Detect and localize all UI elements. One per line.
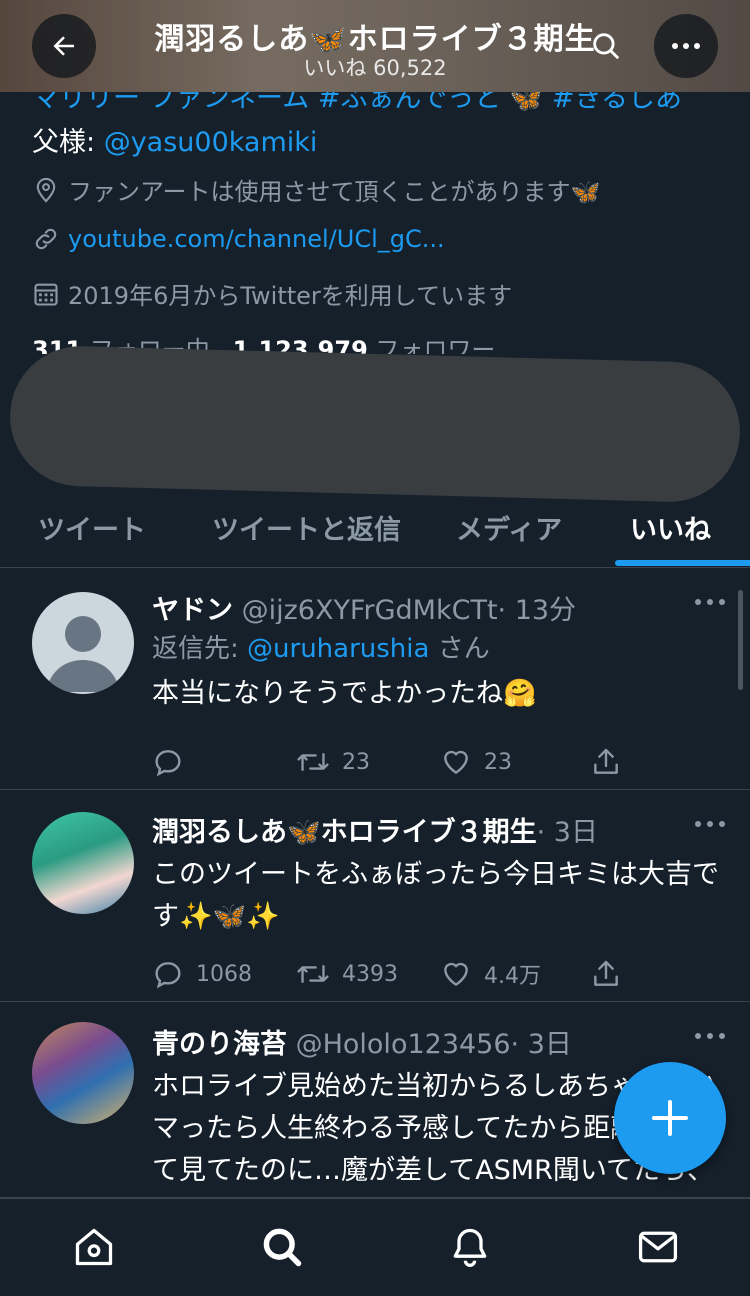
notifications-icon [453, 1228, 487, 1267]
tab-likes[interactable]: いいね [630, 508, 711, 547]
tweet-header: 潤羽るしあ🦋ホロライブ３期生· 3日 [152, 810, 730, 846]
like-button[interactable]: 4.4万 [440, 958, 541, 990]
joined-text: 2019年6月からTwitterを利用しています [68, 282, 513, 310]
back-button[interactable] [32, 14, 96, 78]
profile-header: 潤羽るしあ🦋ホロライブ３期生 いいね 60,522 [0, 0, 750, 92]
father-label: 父様: [32, 127, 104, 158]
tab-tweets-and-replies[interactable]: ツイートと返信 [212, 508, 401, 547]
search-button[interactable] [574, 14, 638, 78]
tweet-more-icon[interactable] [690, 814, 730, 834]
handle[interactable]: @Hololo123456 [296, 1029, 511, 1058]
tweet-content: ヤドン @ijz6XYFrGdMkCTt· 13分 返信先: @uruharus… [152, 588, 730, 777]
display-name[interactable]: 青のり海苔 [152, 1029, 287, 1058]
likes-count-subtitle: いいね 60,522 [303, 56, 447, 80]
scrollbar[interactable] [738, 590, 743, 690]
search-icon [593, 33, 619, 59]
bio-link[interactable]: youtube.com/channel/UCl_gC... [32, 225, 445, 253]
compose-icon [652, 1100, 688, 1136]
tweet-actions: 1068 4393 4.4万 [152, 958, 632, 998]
profile-tabs: ツイート ツイートと返信 メディア いいね [0, 494, 750, 568]
like-count: 4.4万 [484, 964, 541, 989]
tweet-more-icon[interactable] [690, 1026, 730, 1046]
compose-tweet-button[interactable] [614, 1062, 726, 1174]
tweet-content: 潤羽るしあ🦋ホロライブ３期生· 3日 このツイートをふぁぼったら今日キミは大吉で… [152, 810, 730, 989]
avatar[interactable] [32, 812, 134, 914]
retweet-button[interactable]: 4393 [296, 958, 398, 990]
retweet-icon [297, 964, 329, 984]
timestamp: · 3日 [510, 1029, 572, 1058]
link-icon [35, 228, 57, 250]
calendar-icon [34, 283, 58, 306]
like-count: 23 [484, 749, 512, 775]
back-arrow-icon [53, 36, 74, 56]
reply-button[interactable]: 1068 [152, 958, 252, 990]
nav-notifications[interactable] [446, 1223, 494, 1271]
share-icon [594, 960, 618, 986]
like-icon [444, 750, 468, 774]
share-button[interactable] [590, 746, 622, 778]
display-name[interactable]: 潤羽るしあ🦋ホロライブ３期生 [152, 817, 537, 846]
father-mention-link[interactable]: @yasu00kamiki [104, 127, 318, 158]
home-icon [75, 1228, 113, 1266]
active-tab-indicator [615, 560, 750, 566]
timestamp: · 3日 [536, 817, 598, 846]
tweet-item[interactable]: ヤドン @ijz6XYFrGdMkCTt· 13分 返信先: @uruharus… [0, 568, 750, 790]
avatar[interactable] [32, 1022, 134, 1124]
bio-location: ファンアートは使用させて頂くことがあります🦋 [32, 172, 600, 207]
tweet-header: ヤドン @ijz6XYFrGdMkCTt· 13分 [152, 588, 730, 624]
location-text: ファンアートは使用させて頂くことがあります🦋 [68, 178, 601, 206]
link-text[interactable]: youtube.com/channel/UCl_gC... [68, 225, 445, 253]
profile-bio: マリリー ファンネーム #ふぁんでっと 🦋 #きるしあ 父様: @yasu00k… [32, 92, 732, 354]
retweet-count: 23 [342, 749, 370, 775]
more-icon [672, 43, 700, 49]
share-button[interactable] [590, 958, 622, 990]
tweet-more-icon[interactable] [690, 592, 730, 612]
location-icon [36, 177, 56, 203]
explore-icon [263, 1228, 302, 1267]
nav-home[interactable] [70, 1223, 118, 1271]
reply-mention[interactable]: @uruharushia [247, 634, 429, 664]
reply-icon [155, 750, 181, 777]
nav-messages[interactable] [634, 1223, 682, 1271]
bio-fanname-line: マリリー ファンネーム #ふぁんでっと 🦋 #きるしあ [32, 92, 682, 114]
handle[interactable]: @ijz6XYFrGdMkCTt [242, 595, 498, 624]
bio-father-line: 父様: @yasu00kamiki [32, 120, 317, 159]
messages-icon [638, 1231, 678, 1263]
tweet-header: 青のり海苔 @Hololo123456· 3日 [152, 1022, 730, 1058]
retweet-button[interactable]: 23 [296, 746, 370, 778]
redacted-area [8, 344, 742, 504]
like-icon [444, 962, 468, 986]
reply-button[interactable] [152, 746, 196, 778]
tab-tweets[interactable]: ツイート [38, 508, 146, 547]
share-icon [594, 748, 618, 774]
tweet-text: 本当になりそうでよかったね🤗 [152, 678, 537, 709]
retweet-count: 4393 [342, 961, 398, 987]
default-avatar-icon [46, 616, 120, 692]
bottom-navigation [0, 1198, 750, 1296]
display-name[interactable]: ヤドン [152, 595, 233, 624]
tweet-actions: 23 23 [152, 746, 632, 786]
like-button[interactable]: 23 [440, 746, 512, 778]
tweet-item[interactable]: 潤羽るしあ🦋ホロライブ３期生· 3日 このツイートをふぁぼったら今日キミは大吉で… [0, 790, 750, 1002]
reply-to: 返信先: @uruharushia さん [152, 628, 730, 665]
avatar[interactable] [32, 592, 134, 694]
timestamp: · 13分 [497, 595, 577, 624]
reply-suffix: さん [429, 634, 490, 664]
nav-explore[interactable] [258, 1223, 306, 1271]
tab-media[interactable]: メディア [456, 508, 562, 547]
reply-icon [155, 962, 181, 989]
tweet-text: このツイートをふぁぼったら今日キミは大吉です✨🦋✨ [152, 859, 719, 932]
bio-joined: 2019年6月からTwitterを利用しています [32, 276, 512, 311]
followers-label: フォロワー [375, 336, 496, 354]
retweet-icon [297, 752, 329, 772]
more-button[interactable] [654, 14, 718, 78]
reply-count: 1068 [196, 961, 252, 987]
reply-prefix: 返信先: [152, 634, 248, 664]
